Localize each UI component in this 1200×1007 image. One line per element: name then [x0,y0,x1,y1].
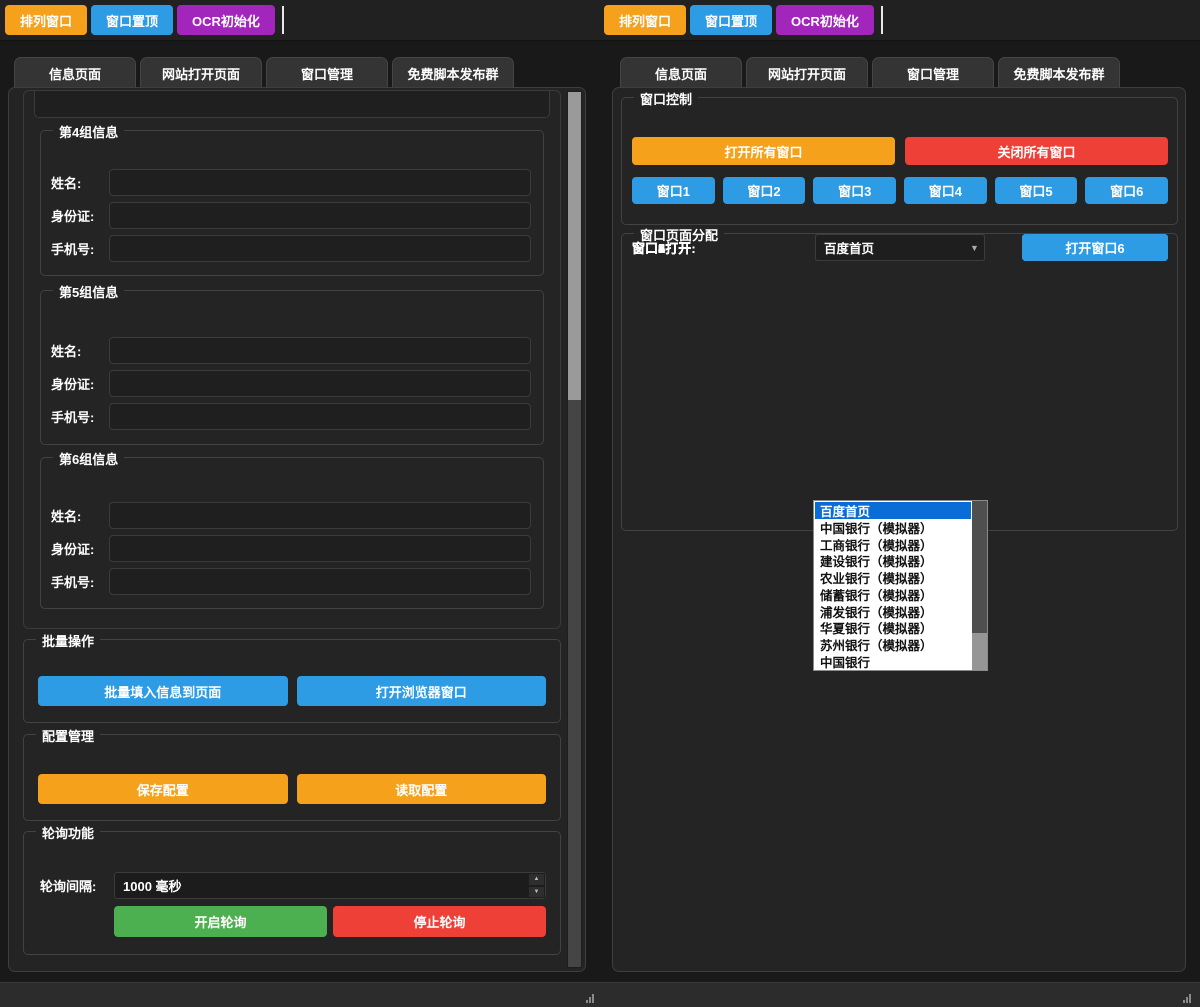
info-group-6: 第6组信息 姓名: 身份证: 手机号: [40,457,544,609]
stop-polling-button[interactable]: 停止轮询 [333,906,546,937]
arrange-windows-button[interactable]: 排列窗口 [5,5,87,35]
start-polling-button[interactable]: 开启轮询 [114,906,327,937]
name-label: 姓名: [51,506,109,525]
group-title: 配置管理 [36,726,100,745]
toolbar-left: 排列窗口 窗口置顶 OCR初始化 [5,5,284,35]
dropdown-option[interactable]: 苏州银行（模拟器） [815,636,971,653]
tab[interactable]: 窗口管理 [872,57,994,88]
id-card-label: 身份证: [51,206,109,225]
phone-input[interactable] [109,568,531,595]
id-card-input[interactable] [109,370,531,397]
info-group-4: 第4组信息 姓名: 身份证: 手机号: [40,130,544,276]
partial-input-field[interactable] [34,91,550,118]
tab[interactable]: 免费脚本发布群 [998,57,1120,88]
window-assign-row: 窗口6打开: 百度首页 打开窗口6 [632,234,1168,261]
dropdown-scrollbar-thumb[interactable] [972,501,987,633]
tab[interactable]: 免费脚本发布群 [392,57,514,88]
batch-operations-group: 批量操作 批量填入信息到页面 打开浏览器窗口 [23,639,561,723]
dropdown-option[interactable]: 储蓄银行（模拟器） [815,586,971,603]
window-page-assign-group: 窗口页面分配 窗口1打开: 百度首页 打开窗口1 窗口2打开: 百度首页 [621,233,1178,531]
close-all-windows-button[interactable]: 关闭所有窗口 [905,137,1168,165]
dropdown-option[interactable]: 百度首页 [815,502,971,519]
name-input[interactable] [109,337,531,364]
window-button[interactable]: 窗口2 [723,177,806,204]
group-title: 第5组信息 [53,282,124,301]
ocr-init-button[interactable]: OCR初始化 [776,5,874,35]
name-label: 姓名: [51,173,109,192]
dropdown-option[interactable]: 中国银行 [815,653,971,669]
tabbar-right: 信息页面网站打开页面窗口管理免费脚本发布群 [620,57,1120,88]
dropdown-option[interactable]: 建设银行（模拟器） [815,552,971,569]
phone-input[interactable] [109,403,531,430]
dropdown-scrollbar[interactable] [972,501,987,670]
id-card-input[interactable] [109,202,531,229]
phone-label: 手机号: [51,239,109,258]
dropdown-option[interactable]: 华夏银行（模拟器） [815,620,971,637]
ocr-init-button[interactable]: OCR初始化 [177,5,275,35]
chevron-down-icon [970,235,979,260]
resize-grip-icon[interactable] [1183,993,1197,1003]
vertical-scrollbar[interactable] [567,91,582,968]
tab[interactable]: 网站打开页面 [140,57,262,88]
spinner-up-icon[interactable]: ▲ [528,873,545,886]
window-topmost-button[interactable]: 窗口置顶 [91,5,173,35]
window-button[interactable]: 窗口4 [904,177,987,204]
batch-fill-button[interactable]: 批量填入信息到页面 [38,676,288,706]
name-label: 姓名: [51,341,109,360]
dropdown-option[interactable]: 农业银行（模拟器） [815,569,971,586]
open-all-windows-button[interactable]: 打开所有窗口 [632,137,895,165]
dropdown-option[interactable]: 中国银行（模拟器） [815,519,971,536]
window-button[interactable]: 窗口5 [995,177,1078,204]
id-card-label: 身份证: [51,374,109,393]
window-button[interactable]: 窗口1 [632,177,715,204]
config-management-group: 配置管理 保存配置 读取配置 [23,734,561,821]
form-scroll-area: 第4组信息 姓名: 身份证: 手机号: 第5组信息 姓名: 身份证: [23,90,561,629]
group-title: 第6组信息 [53,449,124,468]
id-card-label: 身份证: [51,539,109,558]
dropdown-option-list: 百度首页中国银行（模拟器）工商银行（模拟器）建设银行（模拟器）农业银行（模拟器）… [815,502,971,669]
window-open-label: 窗口6打开: [632,238,815,257]
group-title: 第4组信息 [53,122,124,141]
info-group-5: 第5组信息 姓名: 身份证: 手机号: [40,290,544,445]
group-title: 轮询功能 [36,823,100,842]
scrollbar-thumb[interactable] [568,92,581,400]
text-caret [282,6,284,34]
dropdown-option[interactable]: 浦发银行（模拟器） [815,603,971,620]
polling-interval-input[interactable] [114,872,546,899]
spinner-down-icon[interactable]: ▼ [528,886,545,899]
tab[interactable]: 信息页面 [14,57,136,88]
page-select-dropdown-popup: 百度首页中国银行（模拟器）工商银行（模拟器）建设银行（模拟器）农业银行（模拟器）… [813,500,988,671]
polling-group: 轮询功能 轮询间隔: ▲ ▼ 开启轮询 停止轮询 [23,831,561,955]
name-input[interactable] [109,169,531,196]
page-select[interactable]: 百度首页 [815,234,985,261]
save-config-button[interactable]: 保存配置 [38,774,288,804]
open-browser-windows-button[interactable]: 打开浏览器窗口 [297,676,547,706]
info-page-panel: 第4组信息 姓名: 身份证: 手机号: 第5组信息 姓名: 身份证: [8,87,586,972]
id-card-input[interactable] [109,535,531,562]
name-input[interactable] [109,502,531,529]
tab[interactable]: 网站打开页面 [746,57,868,88]
dropdown-option[interactable]: 工商银行（模拟器） [815,536,971,553]
arrange-windows-button[interactable]: 排列窗口 [604,5,686,35]
window-control-group: 窗口控制 打开所有窗口 关闭所有窗口 窗口1窗口2窗口3窗口4窗口5窗口6 [621,97,1178,225]
group-title: 批量操作 [36,631,100,650]
phone-label: 手机号: [51,572,109,591]
polling-interval-label: 轮询间隔: [40,876,114,895]
window-button[interactable]: 窗口3 [813,177,896,204]
tab[interactable]: 窗口管理 [266,57,388,88]
phone-label: 手机号: [51,407,109,426]
window-button[interactable]: 窗口6 [1085,177,1168,204]
text-caret [881,6,883,34]
status-bar [0,982,1200,1007]
phone-input[interactable] [109,235,531,262]
window-topmost-button[interactable]: 窗口置顶 [690,5,772,35]
open-window-button[interactable]: 打开窗口6 [1022,234,1168,261]
resize-grip-icon[interactable] [586,993,600,1003]
selected-option-label: 百度首页 [824,238,874,257]
group-title: 窗口控制 [634,89,698,108]
load-config-button[interactable]: 读取配置 [297,774,547,804]
toolbar-right: 排列窗口 窗口置顶 OCR初始化 [604,5,883,35]
tabbar-left: 信息页面网站打开页面窗口管理免费脚本发布群 [14,57,514,88]
tab[interactable]: 信息页面 [620,57,742,88]
